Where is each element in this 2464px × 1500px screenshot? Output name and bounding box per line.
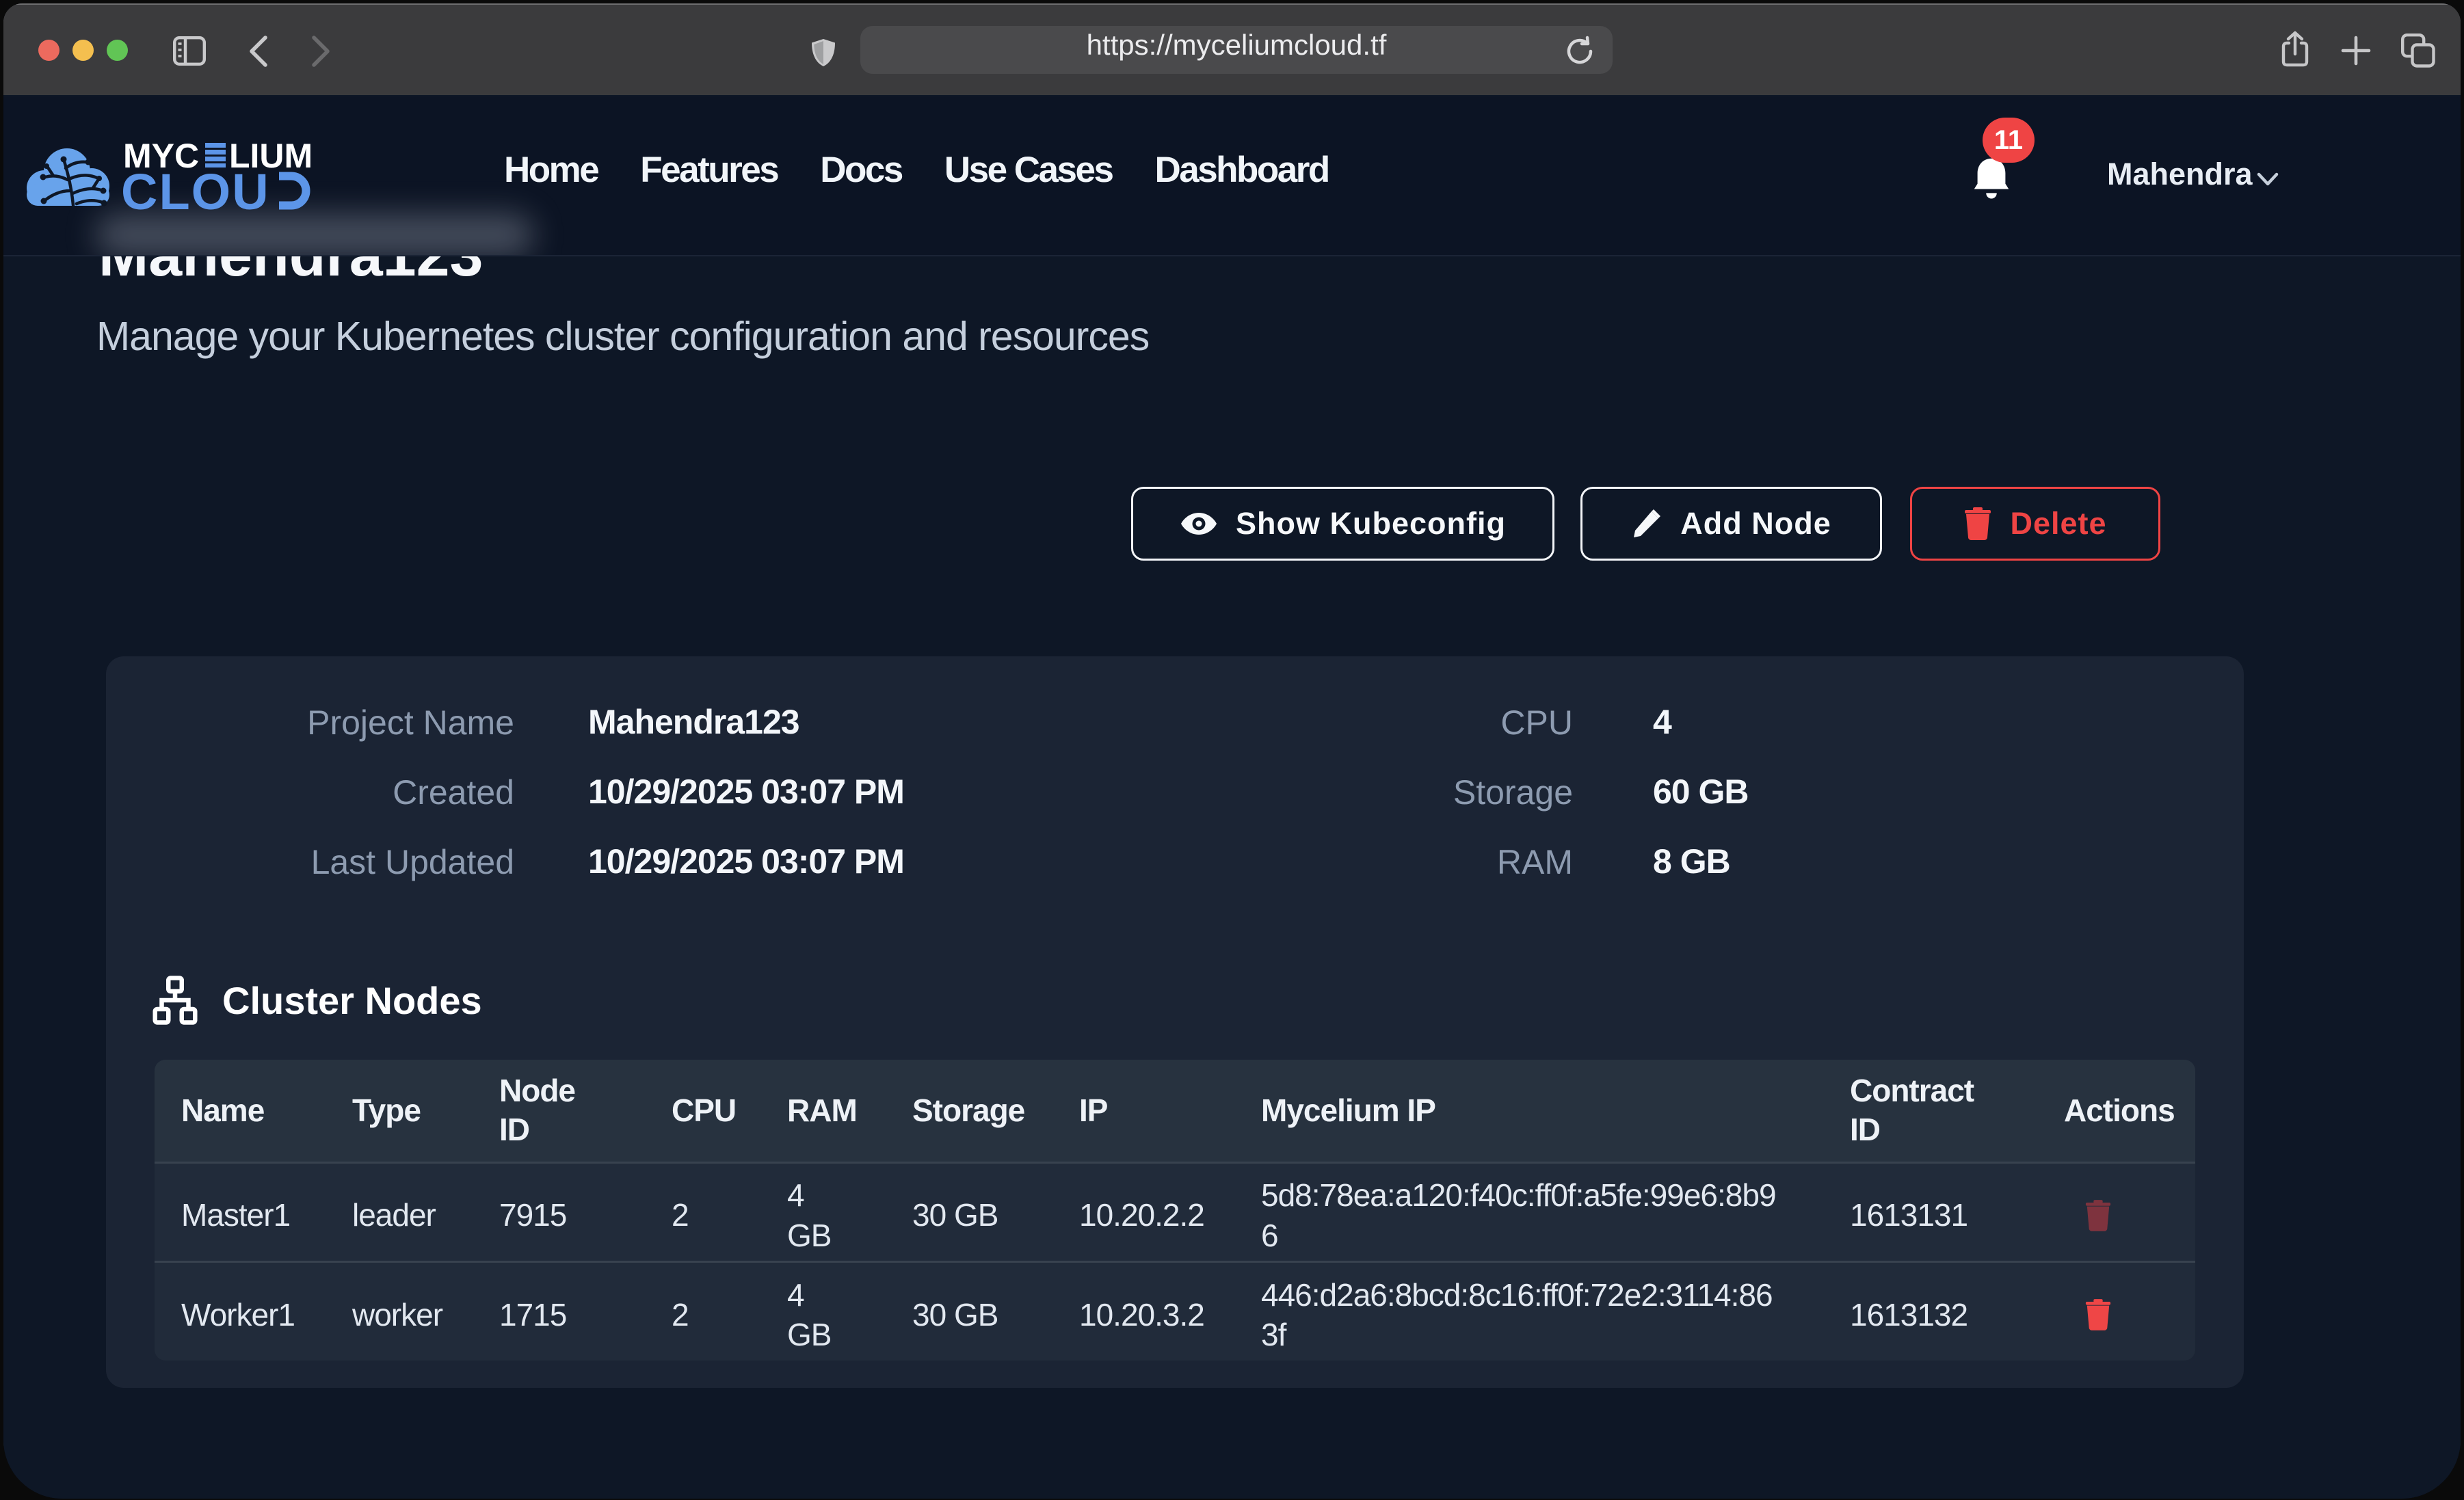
svg-text:CLOU: CLOU [121, 163, 270, 215]
